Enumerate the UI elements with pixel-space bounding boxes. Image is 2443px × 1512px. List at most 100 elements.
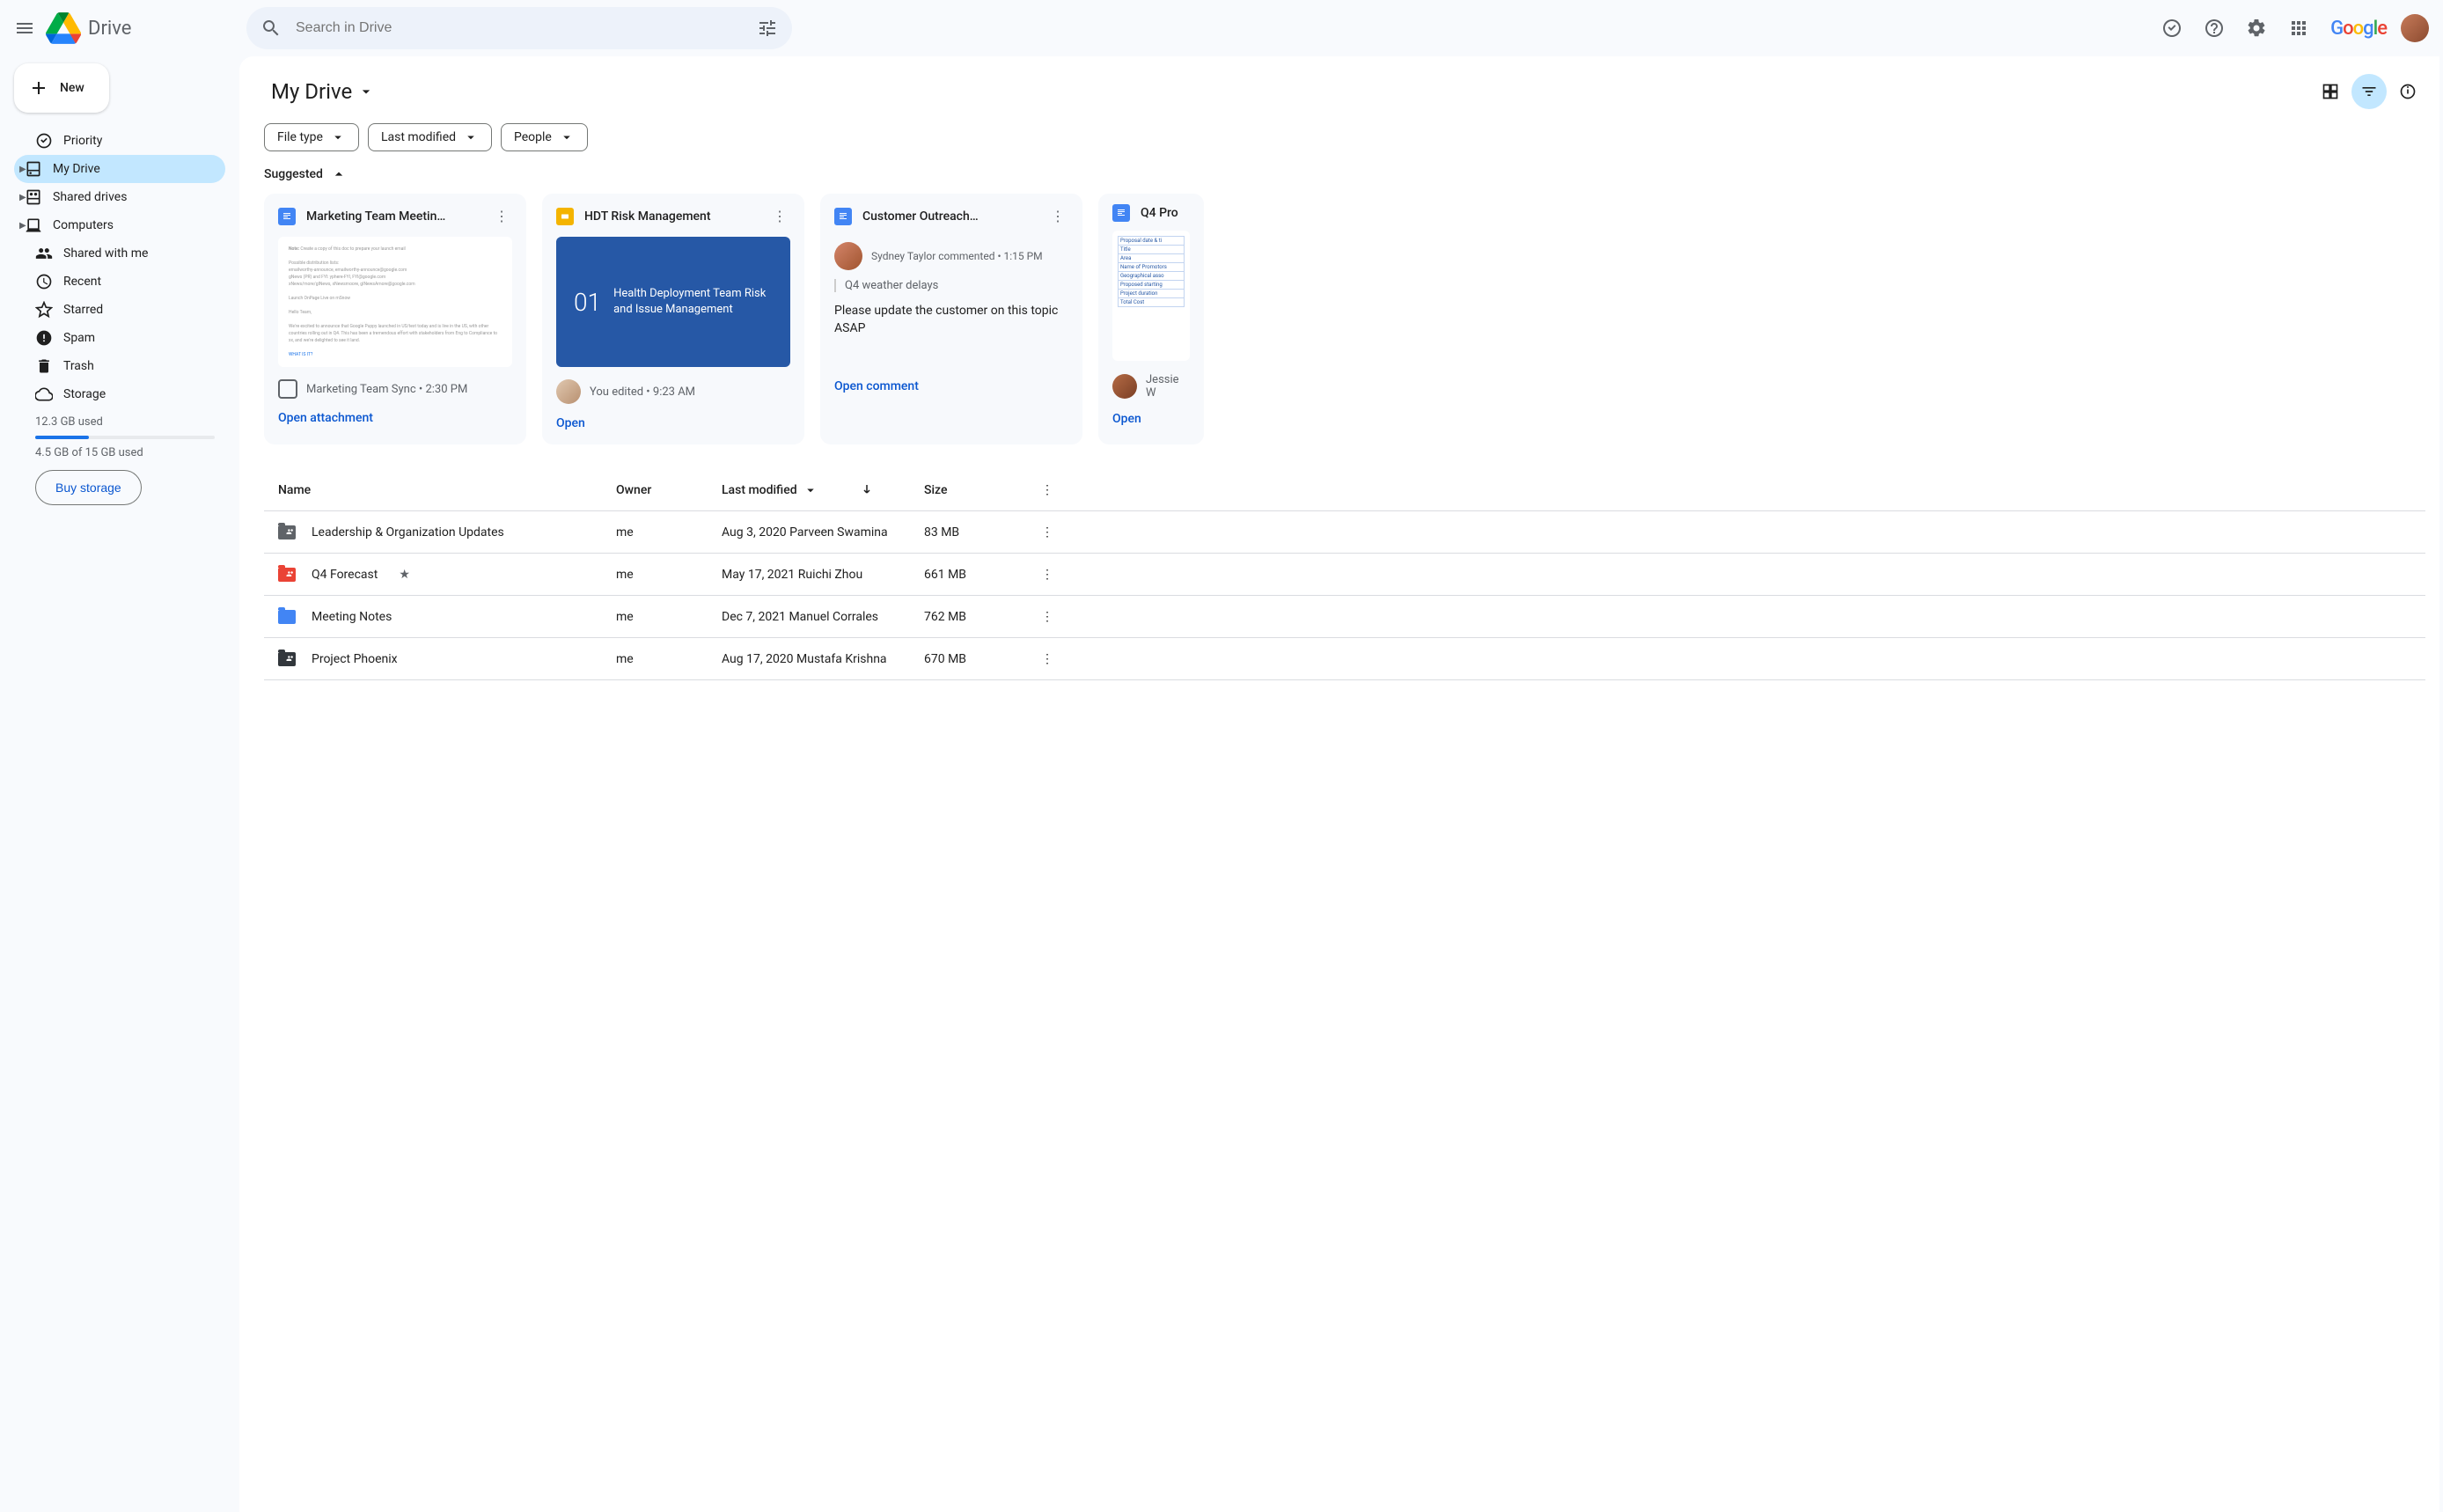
card-action-button[interactable]: Open (556, 416, 790, 430)
col-header-menu[interactable]: ⋮ (1030, 483, 1065, 497)
card-footer: Jessie W (1112, 373, 1190, 400)
suggested-card[interactable]: HDT Risk Management ⋮ 01 Health Deployme… (542, 194, 804, 444)
nav-starred[interactable]: Starred (14, 296, 225, 324)
new-button[interactable]: New (14, 63, 109, 113)
filter-icon (2360, 83, 2378, 100)
nav-shared-with-me[interactable]: Shared with me (14, 239, 225, 268)
file-size: 762 MB (924, 610, 1030, 624)
nav-priority[interactable]: Priority (14, 127, 225, 155)
search-icon (260, 18, 282, 39)
nav-storage[interactable]: Storage (14, 380, 225, 408)
card-menu-button[interactable]: ⋮ (1047, 204, 1068, 228)
google-account-logo[interactable]: Google (2323, 14, 2394, 43)
calendar-icon (278, 379, 297, 399)
card-menu-button[interactable]: ⋮ (491, 204, 512, 228)
commenter-avatar-icon (834, 242, 862, 270)
table-row[interactable]: Leadership & Organization UpdatesmeAug 3… (264, 511, 2425, 554)
user-avatar-icon (556, 379, 581, 404)
shared-drives-icon (25, 188, 42, 206)
col-header-name[interactable]: Name (264, 483, 616, 497)
account-avatar[interactable] (2401, 14, 2429, 42)
people-icon (35, 245, 53, 262)
breadcrumb-title: My Drive (271, 79, 352, 104)
breadcrumb[interactable]: My Drive (264, 76, 382, 107)
help-icon (2204, 18, 2225, 39)
storage-used-long: 4.5 GB of 15 GB used (35, 446, 215, 459)
file-owner: me (616, 525, 722, 539)
search-button[interactable] (253, 11, 289, 46)
nav-computers[interactable]: ▶Computers (14, 211, 225, 239)
slides-icon (556, 208, 574, 225)
grid-view-button[interactable] (2313, 74, 2348, 109)
row-menu-button[interactable]: ⋮ (1030, 568, 1065, 582)
shared-icon (284, 568, 297, 580)
search-bar[interactable] (246, 7, 792, 49)
breadcrumb-row: My Drive (264, 74, 2425, 109)
table-row[interactable]: Meeting NotesmeDec 7, 2021 Manuel Corral… (264, 596, 2425, 638)
nav-recent[interactable]: Recent (14, 268, 225, 296)
suggested-card[interactable]: Marketing Team Meetin… ⋮ Note: Create a … (264, 194, 526, 444)
main-menu-button[interactable] (7, 11, 42, 46)
expand-icon[interactable]: ▶ (19, 221, 26, 231)
chip-file-type[interactable]: File type (264, 123, 359, 151)
table-header: Name Owner Last modified Size ⋮ (264, 469, 2425, 511)
sort-arrow-icon[interactable] (859, 482, 875, 498)
expand-icon[interactable]: ▶ (19, 165, 26, 174)
filter-button[interactable] (2351, 74, 2387, 109)
file-name: Leadership & Organization Updates (312, 525, 504, 539)
table-row[interactable]: Q4 Forecast★meMay 17, 2021 Ruichi Zhou66… (264, 554, 2425, 596)
row-menu-button[interactable]: ⋮ (1030, 525, 1065, 539)
card-action-button[interactable]: Open comment (834, 379, 1068, 393)
ready-offline-button[interactable] (2154, 11, 2190, 46)
expand-icon[interactable]: ▶ (19, 193, 26, 202)
docs-icon (834, 208, 852, 225)
nav-my-drive[interactable]: ▶My Drive (14, 155, 225, 183)
table-body: Leadership & Organization UpdatesmeAug 3… (264, 511, 2425, 680)
row-menu-button[interactable]: ⋮ (1030, 652, 1065, 666)
file-size: 661 MB (924, 568, 1030, 582)
drive-logo[interactable]: Drive (46, 11, 131, 46)
suggested-card[interactable]: Customer Outreach… ⋮ Sydney Taylor comme… (820, 194, 1082, 444)
suggested-cards: Marketing Team Meetin… ⋮ Note: Create a … (264, 194, 2425, 451)
card-action-button[interactable]: Open attachment (278, 411, 512, 425)
file-name: Project Phoenix (312, 652, 398, 666)
chip-last-modified[interactable]: Last modified (368, 123, 492, 151)
settings-button[interactable] (2239, 11, 2274, 46)
card-title: Customer Outreach… (862, 209, 1037, 224)
nav-shared-drives[interactable]: ▶Shared drives (14, 183, 225, 211)
search-options-button[interactable] (750, 11, 785, 46)
computer-icon (25, 217, 42, 234)
suggested-card[interactable]: Q4 Pro Proposal date & tiTitleAreaName o… (1098, 194, 1204, 444)
chevron-down-icon (463, 129, 479, 145)
details-button[interactable] (2390, 74, 2425, 109)
card-thumbnail: Proposal date & tiTitleAreaName of Promo… (1112, 231, 1190, 361)
drive-logo-icon (46, 11, 81, 46)
search-input[interactable] (289, 20, 750, 36)
card-title: Q4 Pro (1141, 206, 1190, 220)
table-row[interactable]: Project PhoenixmeAug 17, 2020 Mustafa Kr… (264, 638, 2425, 680)
row-menu-button[interactable]: ⋮ (1030, 610, 1065, 624)
shared-icon (284, 525, 297, 538)
priority-icon (35, 132, 53, 150)
file-name: Q4 Forecast (312, 568, 378, 582)
gear-icon (2246, 18, 2267, 39)
nav-trash[interactable]: Trash (14, 352, 225, 380)
suggested-header[interactable]: Suggested (264, 165, 2425, 183)
file-owner: me (616, 610, 722, 624)
nav-spam[interactable]: Spam (14, 324, 225, 352)
card-menu-button[interactable]: ⋮ (769, 204, 790, 228)
chevron-up-icon (330, 165, 348, 183)
support-button[interactable] (2197, 11, 2232, 46)
apps-button[interactable] (2281, 11, 2316, 46)
col-header-modified[interactable]: Last modified (722, 482, 924, 498)
file-modified: Aug 17, 2020 Mustafa Krishna (722, 652, 924, 666)
card-action-button[interactable]: Open (1112, 412, 1190, 426)
chip-people[interactable]: People (501, 123, 588, 151)
col-header-size[interactable]: Size (924, 483, 1030, 497)
comment-text: Please update the customer on this topic… (834, 303, 1068, 337)
col-header-owner[interactable]: Owner (616, 483, 722, 497)
hamburger-icon (14, 18, 35, 39)
view-controls (2313, 74, 2425, 109)
main-content: My Drive File type Last modified People … (239, 56, 2439, 1512)
buy-storage-button[interactable]: Buy storage (35, 470, 142, 505)
